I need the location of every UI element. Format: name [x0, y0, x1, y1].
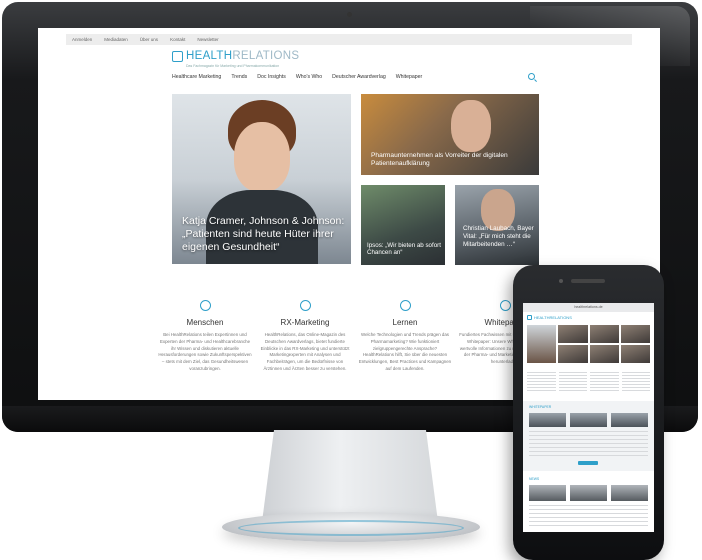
- phone-camera: [559, 279, 563, 283]
- phone-thumb[interactable]: [570, 485, 607, 501]
- article-card[interactable]: Pharmaunternehmen als Vorreiter der digi…: [361, 94, 539, 175]
- stethoscope-icon: [299, 300, 311, 311]
- feature-title: Menschen: [186, 318, 224, 327]
- phone-feature-row: [527, 369, 650, 391]
- phone-feature[interactable]: [621, 369, 650, 391]
- phone-screen: healthrelations.de HEALTHRELATIONS WHITE…: [523, 303, 654, 532]
- logo-tagline: Das Fachmagazin für Marketing und Pharma…: [186, 64, 280, 68]
- phone-section-title: WHITEPAPER: [529, 405, 552, 409]
- people-icon: [199, 300, 211, 311]
- phone-thumb[interactable]: [529, 413, 566, 427]
- nav-item[interactable]: Whitepaper: [396, 74, 423, 80]
- topbar: Anmelden Mediadaten Über uns Kontakt New…: [66, 34, 632, 45]
- logo-text-strong: HEALTH: [186, 50, 233, 62]
- hero-caption: Katja Cramer, Johnson & Johnson: „Patien…: [182, 214, 345, 253]
- search-icon[interactable]: [528, 73, 535, 80]
- feature-text: HealthRelations, das Online-Magazin des …: [260, 332, 350, 372]
- phone-feature[interactable]: [590, 369, 619, 391]
- logo-mark-icon: [172, 50, 183, 62]
- monitor-stand-neck: [262, 430, 438, 522]
- phone-article-thumb[interactable]: [589, 345, 619, 363]
- phone-thumb[interactable]: [611, 485, 648, 501]
- feature-title: Lernen: [392, 318, 418, 327]
- nav-item[interactable]: Doc Insights: [257, 74, 286, 80]
- phone-thumb[interactable]: [570, 413, 607, 427]
- phone-thumb-row: [529, 413, 648, 427]
- topbar-link[interactable]: Newsletter: [197, 37, 218, 42]
- phone-section-title: NEWS: [529, 477, 540, 481]
- topbar-link[interactable]: Mediadaten: [104, 37, 128, 42]
- phone-article-thumb[interactable]: [589, 325, 619, 343]
- phone-speaker: [571, 279, 605, 283]
- topbar-link[interactable]: Über uns: [140, 37, 158, 42]
- hero-person-face: [234, 122, 290, 192]
- phone-article-thumb[interactable]: [620, 325, 650, 343]
- feature-text: Welche Technologien und Trends prägen da…: [358, 332, 452, 372]
- phone-article-thumb[interactable]: [527, 325, 557, 363]
- feature-lernen[interactable]: Lernen Welche Technologien und Trends pr…: [358, 300, 452, 373]
- nav-item[interactable]: Trends: [231, 74, 247, 80]
- device-mockup: Anmelden Mediadaten Über uns Kontakt New…: [0, 0, 702, 560]
- phone-feature[interactable]: [558, 369, 587, 391]
- phone-text-lines: [529, 431, 648, 457]
- topbar-link[interactable]: Kontakt: [170, 37, 185, 42]
- site-logo[interactable]: HEALTHRELATIONS: [172, 50, 299, 62]
- logo-text: HEALTHRELATIONS: [186, 50, 299, 62]
- phone-whitepaper-section: WHITEPAPER: [523, 401, 654, 471]
- phone-header: HEALTHRELATIONS: [523, 312, 654, 322]
- phone-article-thumb[interactable]: [558, 345, 588, 363]
- feature-rx-marketing[interactable]: RX-Marketing HealthRelations, das Online…: [258, 300, 352, 373]
- globe-icon: [399, 300, 411, 311]
- monitor-stand-ring: [238, 520, 464, 536]
- feature-section: Menschen Bei HealthRelations teilen Expe…: [158, 300, 558, 400]
- article-caption: Ipsos: „Wir bieten ab sofort Chancen an“: [367, 241, 441, 257]
- article-card[interactable]: Ipsos: „Wir bieten ab sofort Chancen an“: [361, 185, 445, 265]
- article-caption: Pharmaunternehmen als Vorreiter der digi…: [371, 151, 508, 167]
- feature-text: Bei HealthRelations teilen Expertinnen u…: [158, 332, 252, 372]
- phone-feature[interactable]: [527, 369, 556, 391]
- phone-thumb[interactable]: [529, 485, 566, 501]
- feature-menschen[interactable]: Menschen Bei HealthRelations teilen Expe…: [158, 300, 252, 373]
- phone-article-thumb[interactable]: [620, 345, 650, 363]
- smartphone: healthrelations.de HEALTHRELATIONS WHITE…: [513, 265, 664, 560]
- article-card[interactable]: Christian Laubach, Bayer Vital: „Für mic…: [455, 185, 539, 265]
- phone-article-grid: [527, 325, 650, 363]
- hero-article-card[interactable]: Katja Cramer, Johnson & Johnson: „Patien…: [172, 94, 351, 264]
- article-photo-face: [451, 100, 491, 152]
- article-caption: Christian Laubach, Bayer Vital: „Für mic…: [463, 225, 534, 248]
- phone-text-lines: [529, 505, 648, 527]
- phone-address-bar[interactable]: healthrelations.de: [523, 303, 654, 312]
- nav-item[interactable]: Healthcare Marketing: [172, 74, 221, 80]
- phone-logo-icon: [527, 314, 532, 320]
- topbar-link[interactable]: Anmelden: [72, 37, 92, 42]
- phone-more-button[interactable]: [578, 461, 598, 465]
- main-nav: Healthcare Marketing Trends Doc Insights…: [172, 74, 422, 80]
- phone-thumb[interactable]: [611, 413, 648, 427]
- phone-logo-text[interactable]: HEALTHRELATIONS: [534, 315, 572, 320]
- phone-article-thumb[interactable]: [558, 325, 588, 343]
- feature-title: RX-Marketing: [280, 318, 330, 327]
- nav-item[interactable]: Deutscher Awardverlag: [332, 74, 386, 80]
- phone-thumb-row: [529, 485, 648, 501]
- nav-item[interactable]: Who's Who: [296, 74, 322, 80]
- logo-text-light: RELATIONS: [232, 50, 300, 62]
- webcam-dot: [347, 12, 352, 17]
- document-edit-icon: [499, 300, 511, 311]
